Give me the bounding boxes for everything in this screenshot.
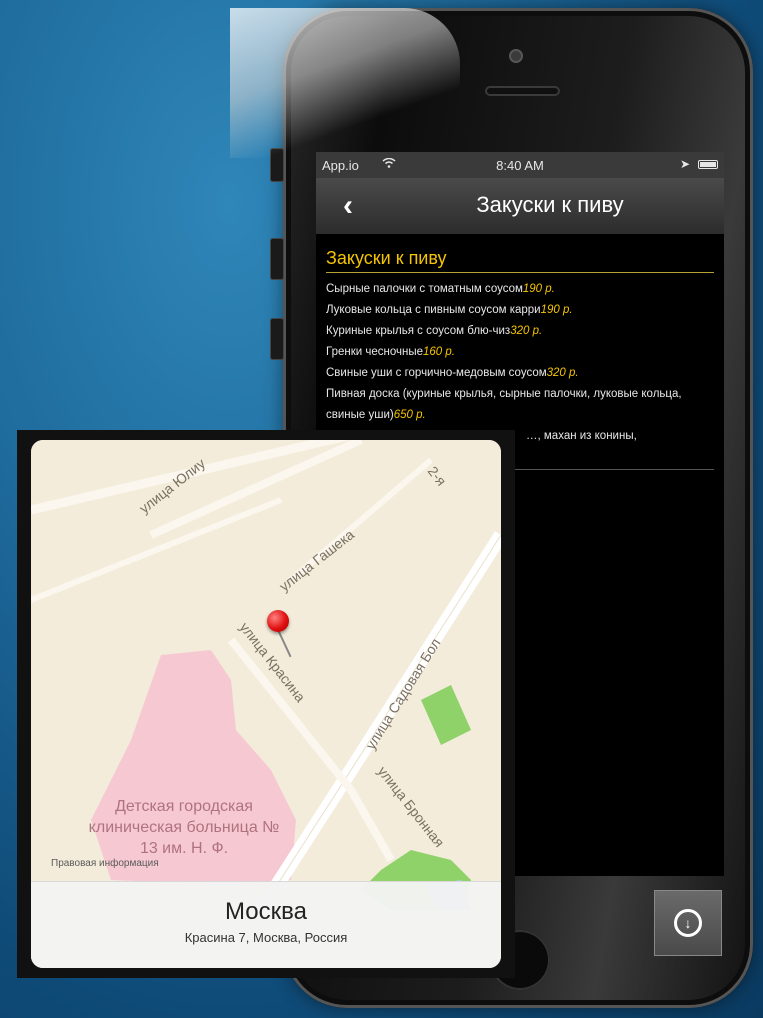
navigation-bar: ‹ Закуски к пиву (316, 178, 724, 234)
place-info-panel[interactable]: Москва Красина 7, Москва, Россия (31, 881, 501, 968)
poi-label: Детская городская клиническая больница №… (88, 798, 280, 857)
download-button[interactable]: ↓ (654, 890, 722, 956)
volume-down-button (270, 318, 284, 360)
menu-item-price: 190 р. (522, 283, 555, 295)
menu-item: Куриные крылья с соусом блю-чиз320 р. (326, 325, 543, 337)
section-heading: Закуски к пиву (326, 248, 714, 273)
menu-item: Свиные уши с горчично-медовым соусом320 … (326, 367, 579, 379)
front-camera (509, 49, 523, 63)
menu-list: Сырные палочки с томатным соусом190 р. Л… (326, 279, 714, 447)
location-arrow-icon: ➤ (679, 157, 690, 171)
menu-item: Гренки чесночные160 р. (326, 346, 455, 358)
place-name: Москва (225, 898, 307, 925)
legal-link[interactable]: Правовая информация (51, 858, 159, 869)
volume-up-button (270, 238, 284, 280)
status-time: 8:40 AM (496, 157, 544, 173)
mute-switch (270, 148, 284, 182)
map-view[interactable]: улица Юлиу улица Гашека улица Красина ул… (31, 440, 501, 968)
menu-item-price: 160 р. (423, 346, 455, 358)
menu-item-price: 190 р. (540, 304, 573, 316)
menu-item-price: 320 р. (546, 367, 579, 379)
chevron-left-icon: ‹ (343, 189, 353, 222)
menu-item-price: 320 р. (510, 325, 543, 337)
menu-item-price: 650 р. (393, 409, 426, 421)
status-bar: App.io 8:40 AM ➤ (316, 152, 724, 178)
menu-item: Пивная доска (куриные крылья, сырные пал… (326, 388, 682, 421)
map-card: улица Юлиу улица Гашека улица Красина ул… (17, 430, 515, 978)
battery-icon (698, 160, 718, 169)
earpiece-speaker (485, 86, 560, 96)
menu-item: Сырные палочки с томатным соусом190 р. (326, 283, 555, 295)
page-title: Закуски к пиву (476, 192, 624, 217)
location-pin-icon[interactable] (267, 610, 289, 632)
back-button[interactable]: ‹ (326, 188, 370, 224)
download-circle-icon: ↓ (674, 909, 702, 937)
menu-item: Луковые кольца с пивным соусом карри190 … (326, 304, 573, 316)
place-address: Красина 7, Москва, Россия (184, 930, 348, 945)
